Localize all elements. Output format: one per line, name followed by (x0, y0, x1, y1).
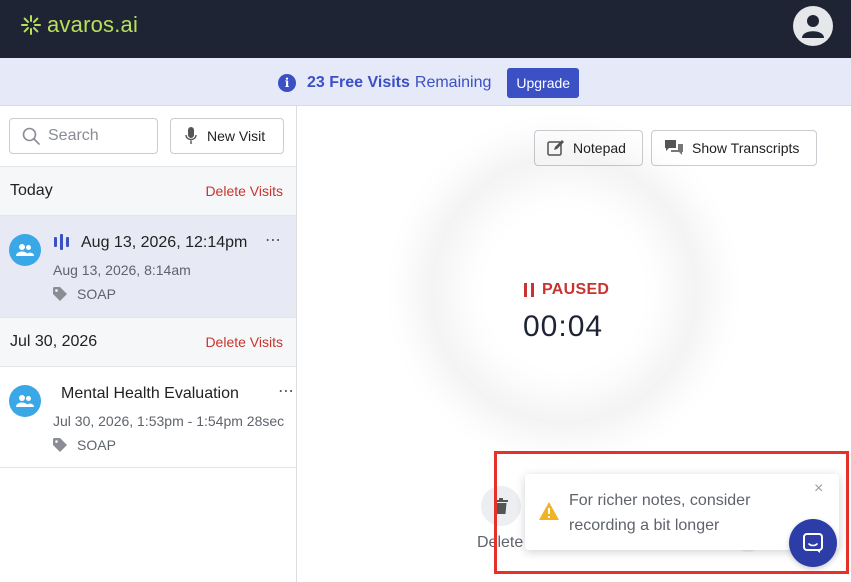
profile-button[interactable] (793, 6, 833, 46)
support-chat-button[interactable] (789, 519, 837, 567)
info-icon: i (278, 74, 296, 92)
delete-recording-button[interactable] (481, 486, 521, 526)
visits-sidebar: New Visit Today Delete Visits Aug 13, 20… (0, 106, 297, 582)
delete-visits-link[interactable]: Delete Visits (205, 334, 283, 350)
patient-group-icon (9, 385, 41, 417)
group-title: Today (10, 182, 53, 199)
group-header-jul-30: Jul 30, 2026 Delete Visits (0, 317, 296, 367)
show-transcripts-button[interactable]: Show Transcripts (651, 130, 817, 166)
tag-icon (53, 287, 67, 301)
delete-visits-link[interactable]: Delete Visits (205, 183, 283, 199)
search-icon (22, 127, 40, 145)
group-header-today: Today Delete Visits (0, 166, 296, 216)
top-bar: avaros.ai (0, 0, 851, 58)
chat-icon (803, 533, 823, 553)
visit-item-active[interactable]: Aug 13, 2026, 12:14pm ⋯ Aug 13, 2026, 8:… (0, 216, 296, 318)
logo[interactable]: avaros.ai (20, 12, 138, 38)
edit-icon (547, 140, 564, 156)
recording-bars-icon (54, 234, 69, 250)
group-title: Jul 30, 2026 (10, 333, 98, 350)
visit-menu-button[interactable]: ⋯ (278, 381, 295, 401)
delete-recording-label: Delete (477, 534, 524, 551)
logo-text: avaros.ai (47, 12, 139, 37)
visit-tag-label: SOAP (77, 437, 116, 453)
user-icon (802, 15, 824, 38)
show-transcripts-label: Show Transcripts (692, 140, 800, 156)
search-input[interactable] (48, 127, 148, 145)
visit-menu-button[interactable]: ⋯ (265, 230, 282, 250)
tag-icon (53, 438, 67, 452)
upgrade-button[interactable]: Upgrade (507, 68, 580, 98)
notepad-label: Notepad (573, 140, 626, 156)
sparkle-logo-icon (21, 15, 41, 35)
free-visits-remaining-text: Remaining (414, 74, 492, 91)
chat-bubbles-icon (665, 140, 683, 155)
recording-status: PAUSED (524, 281, 609, 299)
new-visit-button[interactable]: New Visit (170, 118, 284, 154)
pause-icon (524, 283, 534, 297)
visit-subtitle: Aug 13, 2026, 8:14am (53, 262, 191, 278)
patient-group-icon (9, 234, 41, 266)
new-visit-label: New Visit (207, 128, 266, 144)
free-visits-banner: i 23 Free Visits Remaining Upgrade (0, 58, 851, 106)
toast-message: For richer notes, consider recording a b… (569, 492, 751, 534)
visit-tag: SOAP (53, 437, 116, 453)
microphone-icon (185, 127, 197, 144)
visit-duration: 28sec (246, 413, 285, 429)
warning-icon (539, 502, 559, 520)
search-box[interactable] (9, 118, 158, 154)
status-label: PAUSED (542, 281, 610, 298)
toast-close-button[interactable]: × (814, 480, 823, 498)
recording-timer: 00:04 (523, 310, 604, 343)
visit-subtitle: Jul 30, 2026, 1:53pm - 1:54pm 28sec (53, 413, 285, 429)
trash-icon (494, 498, 508, 514)
visit-title: Mental Health Evaluation (61, 385, 239, 402)
visit-title: Aug 13, 2026, 12:14pm (81, 234, 248, 251)
visit-item[interactable]: Mental Health Evaluation ⋯ Jul 30, 2026,… (0, 367, 296, 468)
visit-tag: SOAP (53, 286, 116, 302)
free-visits-count: 23 Free Visits (307, 74, 410, 91)
visit-tag-label: SOAP (77, 286, 116, 302)
